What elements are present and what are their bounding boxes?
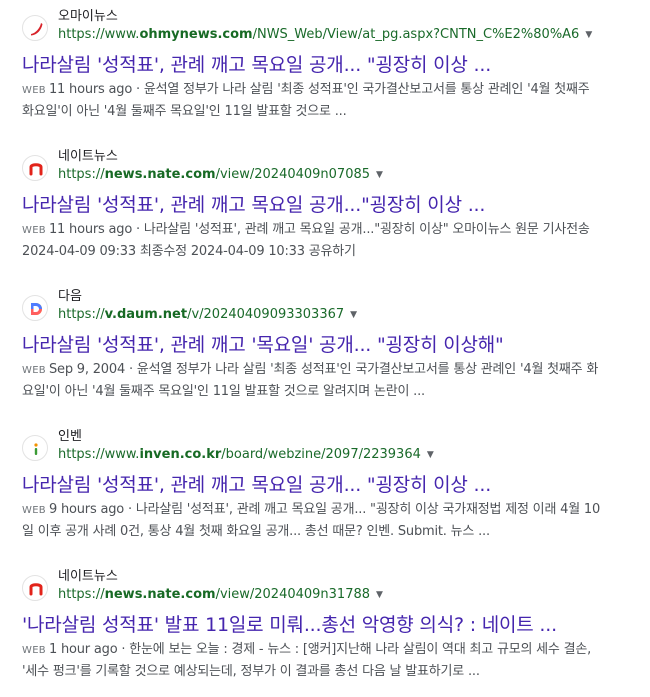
site-url[interactable]: https://news.nate.com/view/20240409n0708… [58,166,383,184]
url-menu-icon[interactable]: ▼ [376,170,383,180]
result-source[interactable]: 오마이뉴스 https://www.ohmynews.com/NWS_Web/V… [22,9,642,52]
search-result: 인벤 https://www.inven.co.kr/board/webzine… [22,429,642,542]
web-tag: WEB [22,225,46,236]
daum-logo-icon [22,295,48,321]
result-snippet: WEB 11 hours ago · 윤석열 정부가 나라 살림 '최종 성적표'… [22,82,590,119]
site-url[interactable]: https://v.daum.net/v/20240409093303367 ▼ [58,306,357,324]
search-result: 다음 https://v.daum.net/v/2024040909330336… [22,289,642,402]
site-name: 오마이뉴스 [58,9,118,24]
url-menu-icon[interactable]: ▼ [585,30,592,40]
result-title-link[interactable]: 나라살림 '성적표', 관례 깨고 목요일 공개... "굉장히 이상 ... [22,52,642,78]
site-name: 인벤 [58,429,82,444]
result-title-link[interactable]: 나라살림 '성적표', 관례 깨고 목요일 공개..."굉장히 이상 ... [22,192,642,218]
result-source[interactable]: 인벤 https://www.inven.co.kr/board/webzine… [22,429,642,472]
site-name: 네이트뉴스 [58,569,118,584]
web-tag: WEB [22,645,46,656]
web-tag: WEB [22,365,46,376]
url-menu-icon[interactable]: ▼ [376,590,383,600]
url-menu-icon[interactable]: ▼ [350,310,357,320]
site-url[interactable]: https://www.inven.co.kr/board/webzine/20… [58,446,434,464]
inven-logo-icon [22,435,48,461]
web-tag: WEB [22,85,46,96]
result-title-link[interactable]: '나라살림 성적표' 발표 11일로 미뤄...총선 악영향 의식? : 네이트… [22,612,642,638]
nate-logo-icon [22,155,48,181]
result-title-link[interactable]: 나라살림 '성적표', 관례 깨고 목요일 공개... "굉장히 이상 ... [22,472,642,498]
result-snippet: WEB 9 hours ago · 나라살림 '성적표', 관례 깨고 목요일 공… [22,502,601,539]
site-url[interactable]: https://www.ohmynews.com/NWS_Web/View/at… [58,26,592,44]
search-result: 네이트뉴스 https://news.nate.com/view/2024040… [22,149,642,262]
ohmynews-logo-icon [22,15,48,41]
web-tag: WEB [22,505,46,516]
site-name: 다음 [58,289,82,304]
result-snippet: WEB 1 hour ago · 한눈에 보는 오늘 : 경제 - 뉴스 : [앵… [22,642,592,679]
result-title-link[interactable]: 나라살림 '성적표', 관례 깨고 '목요일' 공개... "굉장히 이상해" [22,332,642,358]
search-result: 네이트뉴스 https://news.nate.com/view/2024040… [22,569,642,682]
result-snippet: WEB 11 hours ago · 나라살림 '성적표', 관례 깨고 목요일 … [22,222,590,259]
result-snippet: WEB Sep 9, 2004 · 윤석열 정부가 나라 살림 '최종 성적표'인… [22,362,599,399]
result-source[interactable]: 다음 https://v.daum.net/v/2024040909330336… [22,289,642,332]
search-result: 오마이뉴스 https://www.ohmynews.com/NWS_Web/V… [22,9,642,122]
result-source[interactable]: 네이트뉴스 https://news.nate.com/view/2024040… [22,569,642,612]
url-menu-icon[interactable]: ▼ [427,450,434,460]
site-url[interactable]: https://news.nate.com/view/20240409n3178… [58,586,383,604]
result-source[interactable]: 네이트뉴스 https://news.nate.com/view/2024040… [22,149,642,192]
site-name: 네이트뉴스 [58,149,118,164]
nate-logo-icon [22,575,48,601]
